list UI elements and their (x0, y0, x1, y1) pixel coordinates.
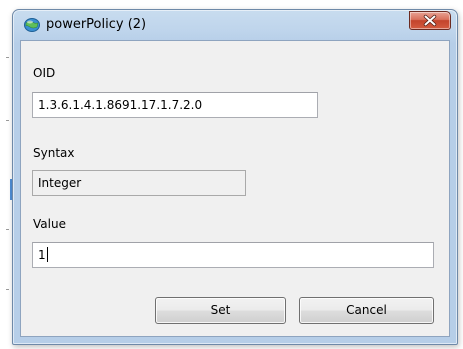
background-tick (6, 120, 9, 121)
value-text: 1 (38, 248, 46, 262)
background-tick (6, 289, 9, 290)
text-cursor (46, 247, 48, 262)
title-bar[interactable]: powerPolicy (2) (13, 10, 457, 40)
syntax-label: Syntax (33, 146, 75, 160)
snmp-set-dialog: powerPolicy (2) OID 1.3.6.1.4.1.8691.17.… (12, 9, 458, 345)
oid-label: OID (33, 66, 56, 80)
background-tick (6, 57, 9, 58)
value-field[interactable]: 1 (32, 242, 434, 268)
window-title: powerPolicy (2) (46, 17, 147, 32)
background-tick (6, 229, 9, 230)
dialog-body: OID 1.3.6.1.4.1.8691.17.1.7.2.0 Syntax I… (20, 40, 450, 337)
screen: powerPolicy (2) OID 1.3.6.1.4.1.8691.17.… (0, 0, 463, 349)
close-button[interactable] (409, 11, 451, 30)
globe-icon (23, 17, 41, 33)
syntax-field: Integer (32, 170, 246, 196)
close-icon (410, 12, 450, 29)
cancel-button[interactable]: Cancel (299, 297, 434, 324)
value-label: Value (33, 217, 66, 231)
set-button[interactable]: Set (155, 297, 286, 324)
oid-field[interactable]: 1.3.6.1.4.1.8691.17.1.7.2.0 (32, 92, 318, 118)
